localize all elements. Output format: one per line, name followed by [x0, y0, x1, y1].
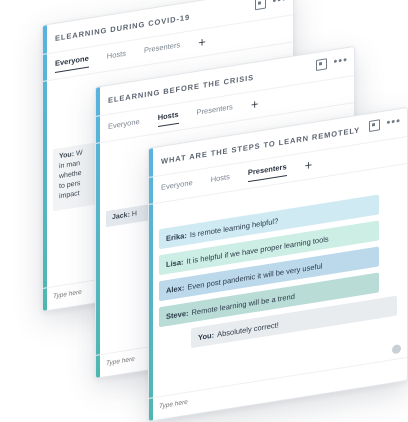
message-author: Erika: — [166, 230, 187, 243]
message-composer — [149, 356, 407, 421]
window-controls: ••• — [369, 115, 401, 132]
window-controls: ••• — [255, 0, 287, 11]
message-author: Jack: — [112, 211, 130, 222]
message-text: Absolutely correct! — [217, 319, 279, 339]
chat-panel-learn-remotely: WHAT ARE THE STEPS TO LEARN REMOTELY •••… — [148, 106, 408, 422]
tab-hosts[interactable]: Hosts — [157, 109, 179, 128]
more-icon[interactable]: ••• — [386, 115, 401, 129]
expand-icon[interactable] — [369, 119, 381, 132]
message-text: Is remote learning helpful? — [189, 215, 279, 239]
message-author: You: — [198, 330, 215, 342]
tab-everyone[interactable]: Everyone — [108, 116, 140, 134]
tab-presenters[interactable]: Presenters — [197, 102, 233, 121]
tab-presenters[interactable]: Presenters — [247, 162, 287, 183]
message-author: Lisa: — [166, 256, 184, 269]
message-text: H — [131, 210, 137, 219]
more-icon[interactable]: ••• — [272, 0, 287, 8]
message-input[interactable] — [159, 370, 366, 411]
message-author: You: — [59, 150, 75, 161]
expand-icon[interactable] — [316, 58, 328, 71]
tab-everyone[interactable]: Everyone — [55, 53, 89, 73]
tab-hosts[interactable]: Hosts — [211, 172, 230, 188]
add-tab-icon[interactable]: + — [305, 157, 313, 173]
tab-everyone[interactable]: Everyone — [161, 177, 193, 195]
add-tab-icon[interactable]: + — [251, 96, 259, 112]
message-text: W — [76, 149, 83, 158]
add-tab-icon[interactable]: + — [198, 34, 206, 50]
message-author: Steve: — [166, 308, 189, 321]
scroll-indicator-icon[interactable] — [392, 343, 401, 355]
message-author: Alex: — [166, 282, 185, 295]
expand-icon[interactable] — [255, 0, 267, 11]
message-text: Remote learning will be a trend — [191, 291, 295, 317]
more-icon[interactable]: ••• — [333, 54, 348, 68]
chat-stack: ELEARNING DURING COVID-19 ••• Everyone H… — [0, 0, 408, 422]
window-controls: ••• — [316, 54, 348, 71]
tab-presenters[interactable]: Presenters — [144, 40, 180, 59]
tab-hosts[interactable]: Hosts — [107, 48, 126, 64]
